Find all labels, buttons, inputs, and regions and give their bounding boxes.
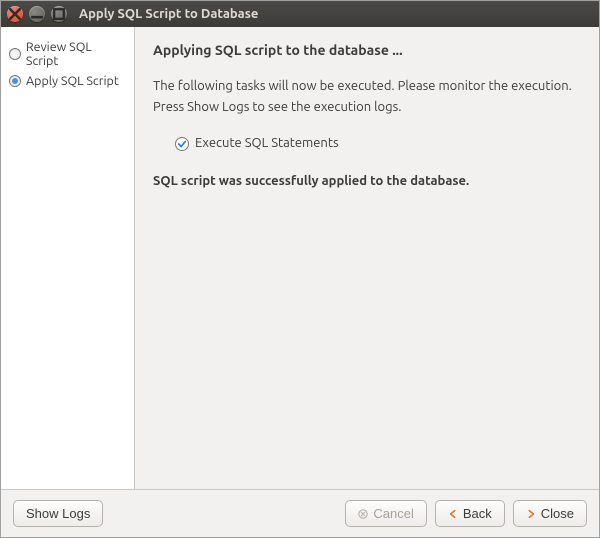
radio-icon xyxy=(9,48,21,60)
task-check-icon xyxy=(175,137,189,151)
wizard-sidebar: Review SQL Script Apply SQL Script xyxy=(1,27,135,489)
back-button[interactable]: Back xyxy=(435,500,505,527)
window-minimize-button[interactable] xyxy=(29,6,45,22)
body-area: Review SQL Script Apply SQL Script Apply… xyxy=(1,27,599,489)
window-close-button[interactable] xyxy=(7,6,23,22)
cancel-icon xyxy=(358,509,368,519)
button-label: Show Logs xyxy=(26,506,90,521)
dialog-footer: Show Logs Cancel Back Close xyxy=(1,489,599,537)
wizard-step-apply[interactable]: Apply SQL Script xyxy=(7,71,128,91)
button-label: Back xyxy=(463,506,492,521)
task-label: Execute SQL Statements xyxy=(195,135,339,153)
minimize-icon xyxy=(29,6,45,22)
button-label: Close xyxy=(541,506,574,521)
radio-icon-selected xyxy=(9,75,21,87)
window-title: Apply SQL Script to Database xyxy=(79,7,258,21)
status-message: SQL script was successfully applied to t… xyxy=(153,173,581,191)
close-button[interactable]: Close xyxy=(513,500,587,527)
wizard-step-review[interactable]: Review SQL Script xyxy=(7,37,128,71)
task-item: Execute SQL Statements xyxy=(175,135,581,153)
maximize-icon xyxy=(51,6,67,22)
close-icon xyxy=(7,6,23,22)
wizard-step-label: Review SQL Script xyxy=(26,40,126,68)
titlebar: Apply SQL Script to Database xyxy=(1,1,599,27)
button-label: Cancel xyxy=(373,506,413,521)
show-logs-button[interactable]: Show Logs xyxy=(13,500,103,527)
chevron-left-icon xyxy=(448,509,458,519)
cancel-button: Cancel xyxy=(345,500,426,527)
page-heading: Applying SQL script to the database ... xyxy=(153,41,581,60)
window-maximize-button[interactable] xyxy=(51,6,67,22)
instruction-text: Press Show Logs to see the execution log… xyxy=(153,99,581,117)
instruction-text: The following tasks will now be executed… xyxy=(153,78,581,96)
wizard-step-label: Apply SQL Script xyxy=(26,74,119,88)
main-content: Applying SQL script to the database ... … xyxy=(135,27,599,489)
dialog-window: Apply SQL Script to Database Review SQL … xyxy=(0,0,600,538)
chevron-right-icon xyxy=(526,509,536,519)
